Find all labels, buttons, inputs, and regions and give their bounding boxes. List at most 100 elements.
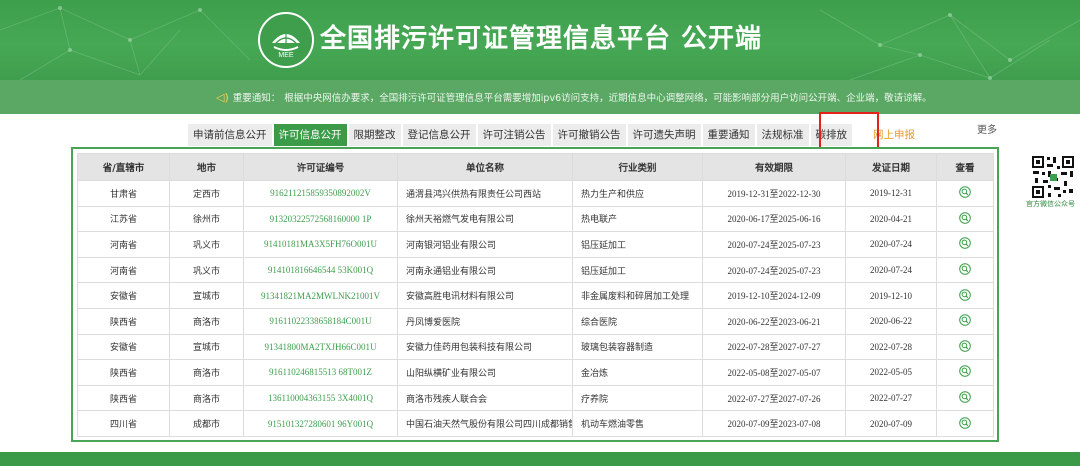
issue-date-cell: 2022-07-27 [845, 384, 937, 412]
view-search-icon[interactable] [959, 237, 971, 251]
permit-link[interactable]: 916211215859350892002V [243, 180, 398, 207]
city-cell: 商洛市 [169, 359, 244, 386]
tab-registration-info[interactable]: 登记信息公开 [402, 124, 476, 146]
company-cell: 中国石油天然气股份有限公司四川成都销售... [397, 410, 573, 437]
footer-bar [0, 452, 1080, 466]
province-cell: 甘肃省 [77, 180, 170, 207]
company-cell: 安徽高胜电讯材料有限公司 [397, 282, 573, 309]
view-cell [936, 307, 994, 335]
view-search-icon[interactable] [959, 391, 971, 405]
company-cell: 河南永通铝业有限公司 [397, 256, 573, 284]
province-cell: 安徽省 [77, 333, 170, 361]
notice-text: 根据中央网信办要求，全国排污许可证管理信息平台需要增加ipv6访问支持，近期信息… [284, 93, 932, 104]
site-title: 全国排污许可证管理信息平台 公开端 [320, 24, 763, 54]
col-permit-no: 许可证编号 [243, 153, 398, 181]
permit-link[interactable]: 91611022338658184C001U [243, 307, 398, 335]
table-row: 陕西省 商洛市 136110004363155 3X4001Q 商洛市残疾人联合… [77, 384, 994, 412]
tab-revocation-notice[interactable]: 许可撤销公告 [552, 124, 626, 146]
col-city: 地市 [169, 153, 244, 181]
permit-link[interactable]: 916110246815513 68T001Z [243, 359, 398, 386]
more-link[interactable]: 更多 [977, 121, 997, 136]
table-row: 河南省 巩义市 91410181MA3X5FH76O001U 河南银河铝业有限公… [77, 231, 994, 258]
table-row: 甘肃省 定西市 916211215859350892002V 通渭县鸿兴供热有限… [77, 180, 994, 207]
permit-table-frame: 省/直辖市 地市 许可证编号 单位名称 行业类别 有效期限 发证日期 查看 甘肃… [71, 147, 999, 442]
issue-date-cell: 2022-07-28 [845, 333, 937, 361]
validity-cell: 2020-07-24至2025-07-23 [702, 256, 846, 284]
issue-date-cell: 2020-07-24 [845, 256, 937, 284]
tab-regulations[interactable]: 法规标准 [756, 124, 809, 146]
col-industry: 行业类别 [572, 153, 703, 181]
city-cell: 定西市 [169, 180, 244, 207]
issue-date-cell: 2019-12-31 [845, 180, 937, 207]
col-province: 省/直辖市 [77, 153, 170, 181]
industry-cell: 金冶炼 [572, 359, 703, 386]
view-search-icon[interactable] [959, 314, 971, 328]
province-cell: 四川省 [77, 410, 170, 437]
city-cell: 巩义市 [169, 256, 244, 284]
permit-link[interactable]: 136110004363155 3X4001Q [243, 384, 398, 412]
tab-cancellation-notice[interactable]: 许可注销公告 [477, 124, 551, 146]
permit-link[interactable]: 914101816646544 53K001Q [243, 256, 398, 284]
view-search-icon[interactable] [959, 340, 971, 354]
validity-cell: 2022-07-27至2027-07-26 [702, 384, 846, 412]
company-cell: 山阳纵横矿业有限公司 [397, 359, 573, 386]
industry-cell: 疗养院 [572, 384, 703, 412]
tab-loss-statement[interactable]: 许可遗失声明 [627, 124, 701, 146]
speaker-icon: ◁) [216, 90, 229, 104]
tab-rectification[interactable]: 限期整改 [348, 124, 401, 146]
permit-link[interactable]: 915101327280601 96Y001Q [243, 410, 398, 437]
view-cell [936, 333, 994, 361]
permit-link[interactable]: 91341821MA2MWLNK21001V [243, 282, 398, 309]
view-search-icon[interactable] [959, 212, 971, 226]
table-header-row: 省/直辖市 地市 许可证编号 单位名称 行业类别 有效期限 发证日期 查看 [77, 153, 994, 181]
col-company: 单位名称 [397, 153, 573, 181]
tab-permit-info[interactable]: 许可信息公开 [273, 124, 347, 146]
validity-cell: 2022-07-28至2027-07-27 [702, 333, 846, 361]
view-cell [936, 231, 994, 258]
col-view: 查看 [936, 153, 994, 181]
tab-bar: 申请前信息公开 许可信息公开 限期整改 登记信息公开 许可注销公告 许可撤销公告… [188, 124, 922, 146]
province-cell: 陕西省 [77, 384, 170, 412]
city-cell: 宣城市 [169, 333, 244, 361]
table-row: 四川省 成都市 915101327280601 96Y001Q 中国石油天然气股… [77, 410, 994, 437]
table-row: 陕西省 商洛市 91611022338658184C001U 丹凤博爱医院 综合… [77, 307, 994, 335]
validity-cell: 2019-12-31至2022-12-30 [702, 180, 846, 207]
issue-date-cell: 2019-12-10 [845, 282, 937, 309]
province-cell: 陕西省 [77, 307, 170, 335]
view-search-icon[interactable] [959, 288, 971, 303]
permit-link[interactable]: 91320322572568160000 1P [243, 205, 398, 233]
industry-cell: 热力生产和供应 [572, 180, 703, 207]
notice-bar: ◁) 重要通知： 根据中央网信办要求，全国排污许可证管理信息平台需要增加ipv6… [0, 80, 1080, 114]
view-cell [936, 410, 994, 437]
company-cell: 商洛市残疾人联合会 [397, 384, 573, 412]
permit-link[interactable]: 91410181MA3X5FH76O001U [243, 231, 398, 258]
company-cell: 通渭县鸿兴供热有限责任公司西站 [397, 180, 573, 207]
industry-cell: 综合医院 [572, 307, 703, 335]
validity-cell: 2020-07-09至2023-07-08 [702, 410, 846, 437]
tab-important-notice[interactable]: 重要通知 [702, 124, 755, 146]
city-cell: 商洛市 [169, 384, 244, 412]
issue-date-cell: 2020-07-09 [845, 410, 937, 437]
view-cell [936, 359, 994, 386]
view-search-icon[interactable] [959, 416, 971, 431]
table-row: 江苏省 徐州市 91320322572568160000 1P 徐州天裕燃气发电… [77, 205, 994, 233]
view-cell [936, 205, 994, 233]
tab-pre-application[interactable]: 申请前信息公开 [188, 124, 272, 146]
issue-date-cell: 2022-05-05 [845, 359, 937, 386]
city-cell: 宣城市 [169, 282, 244, 309]
view-search-icon[interactable] [959, 263, 971, 277]
table-row: 河南省 巩义市 914101816646544 53K001Q 河南永通铝业有限… [77, 256, 994, 284]
permit-link[interactable]: 91341800MA2TXJH66C001U [243, 333, 398, 361]
industry-cell: 热电联产 [572, 205, 703, 233]
validity-cell: 2022-05-08至2027-05-07 [702, 359, 846, 386]
industry-cell: 机动车燃油零售 [572, 410, 703, 437]
view-search-icon[interactable] [959, 186, 971, 200]
company-cell: 徐州天裕燃气发电有限公司 [397, 205, 573, 233]
qr-code-icon [1030, 154, 1076, 200]
view-search-icon[interactable] [959, 365, 971, 379]
table-row: 陕西省 商洛市 916110246815513 68T001Z 山阳纵横矿业有限… [77, 359, 994, 386]
city-cell: 巩义市 [169, 231, 244, 258]
validity-cell: 2020-06-17至2025-06-16 [702, 205, 846, 233]
mee-logo: MEE [258, 12, 314, 68]
view-cell [936, 180, 994, 207]
